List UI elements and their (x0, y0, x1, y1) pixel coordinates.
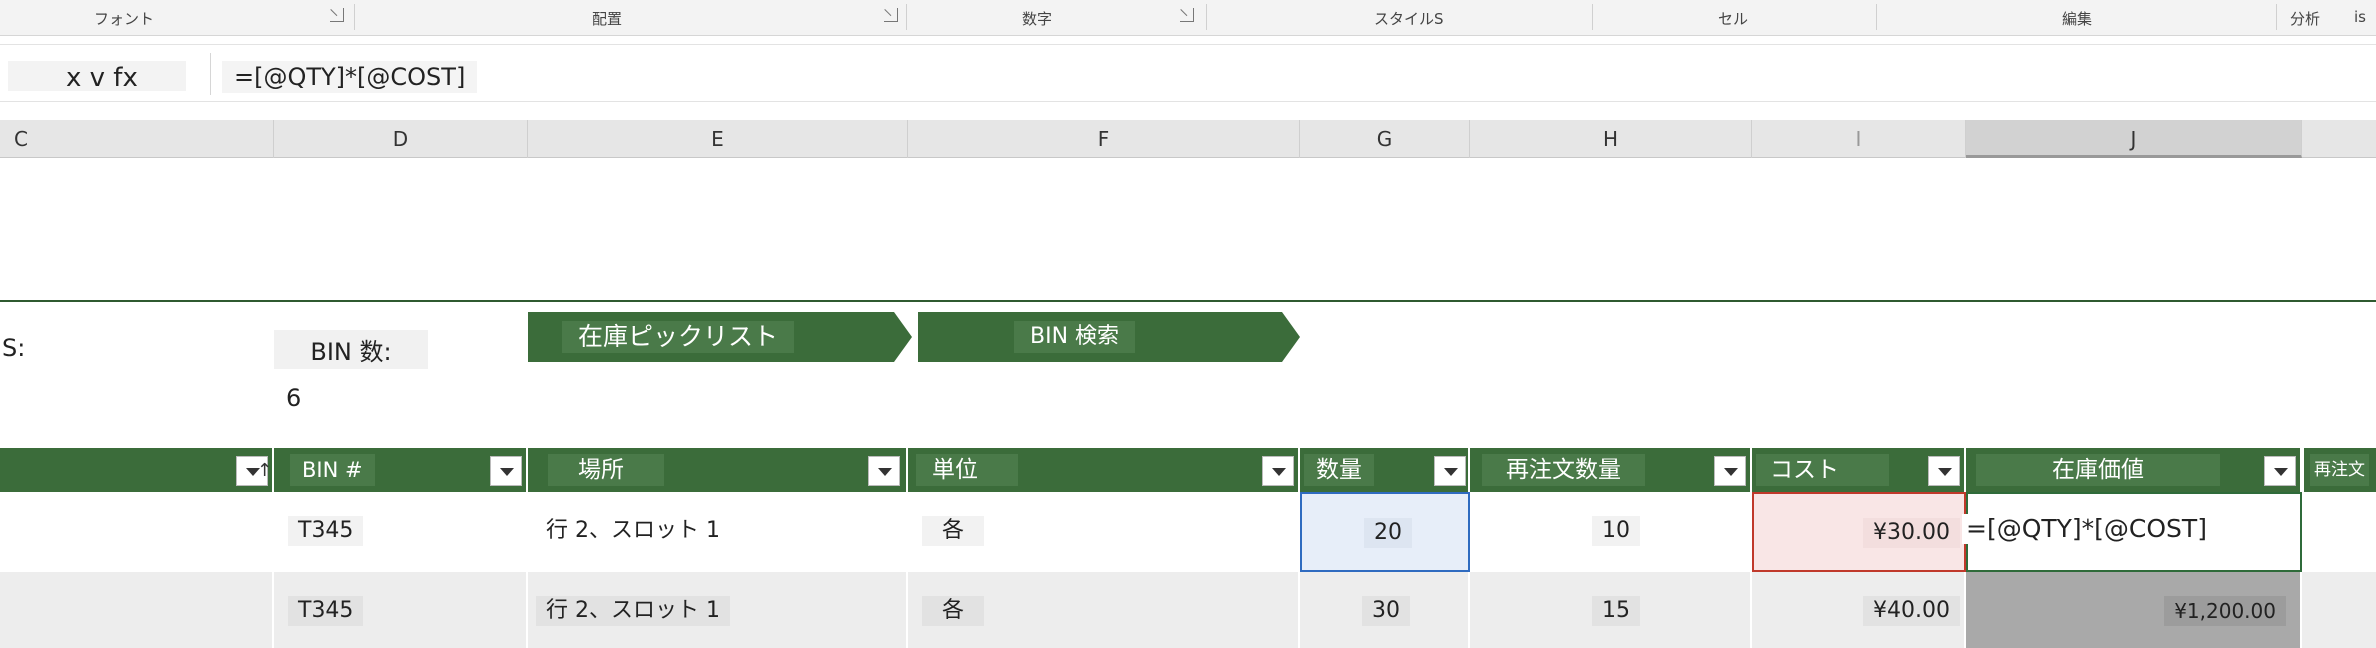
cell-qty-text: 20 (1364, 518, 1412, 548)
ribbon-group-bar: フォント 配置 数字 スタイルS セル 編集 分析 is (0, 0, 2376, 36)
cell-bin[interactable]: T345 (274, 492, 528, 572)
cell-reorder-qty-text: 10 (1592, 516, 1640, 546)
cell-reorder[interactable] (2302, 572, 2376, 648)
header-location-label: 場所 (548, 454, 664, 486)
cell-cost-text: ¥30.00 (1863, 518, 1960, 548)
header-qty-label: 数量 (1304, 454, 1374, 486)
cell-unit[interactable]: 各 (908, 492, 1300, 572)
ribbon-group-number[interactable]: 数字 (1022, 8, 1052, 29)
cell-value-text: ¥1,200.00 (2164, 596, 2286, 626)
table-row: T345 行 2、スロット 1 各 20 10 ¥30.00 =[@QTY]*[… (0, 492, 2376, 572)
ribbon-separator (906, 4, 907, 30)
filter-dropdown-button[interactable] (1714, 456, 1746, 486)
bin-search-nav-button[interactable]: BIN 検索 (918, 312, 1300, 362)
filter-dropdown-button[interactable] (1434, 456, 1466, 486)
table-header-cost: コスト (1752, 448, 1966, 492)
section-divider (0, 300, 2376, 302)
font-dialog-launcher-icon[interactable] (330, 8, 344, 22)
ribbon-group-font[interactable]: フォント (94, 8, 154, 29)
filter-dropdown-button[interactable] (2264, 456, 2296, 486)
formula-bar-separator (210, 53, 211, 95)
formula-input[interactable]: =[@QTY]*[@COST] (222, 61, 478, 93)
header-bin-label: BIN # (290, 454, 375, 486)
table-header-value: 在庫価値 (1966, 448, 2302, 492)
ribbon-group-truncated: is (2354, 8, 2366, 26)
table-header-qty: 数量 (1300, 448, 1470, 492)
bin-search-nav-label: BIN 検索 (1014, 321, 1136, 353)
ribbon-group-editing[interactable]: 編集 (2062, 8, 2092, 29)
cell-reorder-qty[interactable]: 15 (1470, 572, 1752, 648)
ribbon-group-cells[interactable]: セル (1718, 8, 1748, 29)
column-header-j[interactable]: J (1966, 120, 2302, 158)
cell-location-text: 行 2、スロット 1 (536, 596, 730, 626)
cell-qty[interactable]: 30 (1300, 572, 1470, 648)
cell-bin[interactable]: T345 (274, 572, 528, 648)
ribbon-separator (1876, 4, 1877, 30)
filter-dropdown-button[interactable] (1928, 456, 1960, 486)
table-header-reorder-qty: 再注文数量 (1470, 448, 1752, 492)
table-row: T345 行 2、スロット 1 各 30 15 ¥40.00 ¥1,200.00 (0, 572, 2376, 648)
cell-value[interactable]: ¥1,200.00 (1966, 572, 2302, 648)
header-unit-label: 単位 (916, 454, 1018, 486)
column-header-i[interactable]: I (1752, 120, 1966, 158)
column-header-c[interactable]: C (0, 120, 274, 158)
filter-dropdown-button[interactable] (1262, 456, 1294, 486)
filter-dropdown-button[interactable] (868, 456, 900, 486)
header-reorder-qty-label: 再注文数量 (1482, 454, 1645, 486)
sort-arrow-icon: ↑ (257, 460, 273, 481)
alignment-dialog-launcher-icon[interactable] (884, 8, 898, 22)
cell-unit-text: 各 (922, 596, 985, 626)
cell-qty-selected[interactable]: 20 (1300, 492, 1470, 572)
table-header-bin: BIN # (274, 448, 528, 492)
column-header-g[interactable]: G (1300, 120, 1470, 158)
ribbon-group-alignment[interactable]: 配置 (592, 8, 622, 29)
cell-reorder-qty[interactable]: 10 (1470, 492, 1752, 572)
cell-value-editing[interactable]: =[@QTY]*[@COST] (1962, 492, 2302, 572)
cell-cost[interactable]: ¥40.00 (1752, 572, 1966, 648)
row-cell-c[interactable] (0, 572, 274, 648)
picklist-nav-label: 在庫ピックリスト (562, 321, 795, 353)
cell-qty-text: 30 (1362, 596, 1410, 626)
ribbon-separator (1206, 4, 1207, 30)
cell-location-text: 行 2、スロット 1 (536, 516, 730, 546)
header-cost-label: コスト (1756, 454, 1889, 486)
ribbon-separator (1592, 4, 1593, 30)
column-header-bar: C D E F G H I J (0, 120, 2376, 158)
ribbon-group-analysis[interactable]: 分析 (2290, 8, 2320, 29)
row-cell-c[interactable] (0, 492, 274, 572)
picklist-nav-button[interactable]: 在庫ピックリスト (528, 312, 912, 362)
number-dialog-launcher-icon[interactable] (1180, 8, 1194, 22)
ribbon-group-styles[interactable]: スタイルS (1374, 8, 1444, 29)
formula-bar-buttons[interactable]: x v fx (66, 63, 138, 93)
column-header-h[interactable]: H (1470, 120, 1752, 158)
column-header-e[interactable]: E (528, 120, 908, 158)
column-header-d[interactable]: D (274, 120, 528, 158)
table-header-reorder: 再注文 (2302, 448, 2376, 492)
header-value-label: 在庫価値 (1976, 454, 2220, 486)
cell-location[interactable]: 行 2、スロット 1 (528, 572, 908, 648)
header-reorder-label: 再注文 (2310, 454, 2369, 486)
table-header-location: 場所 (528, 448, 908, 492)
table-header-unit: 単位 (908, 448, 1300, 492)
ribbon-separator (354, 4, 355, 30)
bin-count-value: 6 (286, 384, 302, 412)
bin-count-label: BIN 数: (274, 330, 428, 369)
table-header-c: ↑ (0, 448, 274, 492)
cell-location[interactable]: 行 2、スロット 1 (528, 492, 908, 572)
cell-unit-text: 各 (922, 516, 985, 546)
cell-unit[interactable]: 各 (908, 572, 1300, 648)
s-label: S: (2, 334, 26, 362)
filter-dropdown-button[interactable] (490, 456, 522, 486)
cell-value-formula: =[@QTY]*[@COST] (1962, 514, 2211, 544)
ribbon-separator (2276, 4, 2277, 30)
cell-cost-text: ¥40.00 (1863, 596, 1960, 626)
cell-cost-selected[interactable]: ¥30.00 (1752, 492, 1966, 572)
column-header-f[interactable]: F (908, 120, 1300, 158)
cell-reorder-qty-text: 15 (1592, 596, 1640, 626)
cell-bin-text: T345 (288, 596, 364, 626)
filter-dropdown-button[interactable]: ↑ (236, 456, 272, 486)
table-header-row: ↑ BIN # 場所 単位 数量 再注文数量 コスト 在庫価値 再注文 (0, 448, 2376, 492)
cell-bin-text: T345 (288, 516, 364, 546)
formula-bar: x v fx =[@QTY]*[@COST] (0, 44, 2376, 102)
